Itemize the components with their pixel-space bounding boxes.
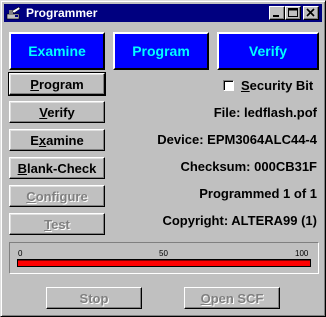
open-scf-button[interactable]: Open SCF bbox=[184, 287, 280, 309]
examine-mode-label: Examine bbox=[28, 43, 86, 59]
program-button[interactable]: Program bbox=[8, 72, 106, 96]
program-mode-label: Program bbox=[132, 43, 190, 59]
configure-button[interactable]: Configure bbox=[9, 185, 105, 207]
verify-mode-button[interactable]: Verify bbox=[217, 32, 319, 70]
verify-button-label: Verify bbox=[39, 104, 75, 120]
security-bit-box[interactable] bbox=[223, 79, 234, 91]
security-bit-label: Security Bit bbox=[241, 77, 314, 93]
test-button[interactable]: Test bbox=[9, 213, 105, 235]
progress-panel: 0 50 100 bbox=[9, 242, 319, 274]
stop-button[interactable]: Stop bbox=[46, 287, 142, 309]
programmer-app-icon bbox=[6, 6, 21, 20]
examine-mode-button[interactable]: Examine bbox=[9, 32, 105, 70]
progress-bar bbox=[17, 259, 311, 267]
blank-check-button[interactable]: Blank-Check bbox=[9, 157, 105, 179]
stop-button-label: Stop bbox=[79, 290, 109, 306]
window-title: Programmer bbox=[26, 6, 98, 20]
minimize-button[interactable] bbox=[269, 6, 285, 20]
checksum-info: Checksum: 000CB31F bbox=[180, 159, 317, 174]
verify-button[interactable]: Verify bbox=[9, 101, 105, 123]
examine-button-label: Examine bbox=[30, 132, 84, 148]
copyright-info: Copyright: ALTERA99 (1) bbox=[162, 213, 317, 228]
title-bar[interactable]: Programmer bbox=[4, 4, 322, 22]
blank-check-button-label: Blank-Check bbox=[17, 160, 97, 176]
test-button-label: Test bbox=[44, 216, 70, 232]
programmer-window: Programmer Examine Program Verify Progra… bbox=[0, 0, 326, 317]
minimize-icon bbox=[273, 15, 279, 17]
maximize-button[interactable] bbox=[285, 6, 301, 20]
program-button-label: Program bbox=[30, 76, 84, 92]
configure-button-label: Configure bbox=[26, 188, 88, 204]
verify-mode-label: Verify bbox=[248, 43, 288, 59]
close-icon bbox=[306, 8, 315, 17]
open-scf-button-label: Open SCF bbox=[200, 290, 264, 306]
close-button[interactable] bbox=[303, 6, 319, 20]
programmed-status: Programmed 1 of 1 bbox=[199, 186, 317, 201]
examine-button[interactable]: Examine bbox=[9, 129, 105, 151]
maximize-icon bbox=[288, 8, 298, 17]
progress-label-0: 0 bbox=[18, 249, 23, 258]
device-info: Device: EPM3064ALC44-4 bbox=[157, 132, 317, 147]
file-info: File: ledflash.pof bbox=[213, 105, 317, 120]
progress-label-100: 100 bbox=[295, 249, 309, 258]
security-bit-checkbox[interactable]: Security Bit bbox=[223, 77, 313, 93]
program-mode-button[interactable]: Program bbox=[113, 32, 209, 70]
progress-label-50: 50 bbox=[159, 249, 168, 258]
